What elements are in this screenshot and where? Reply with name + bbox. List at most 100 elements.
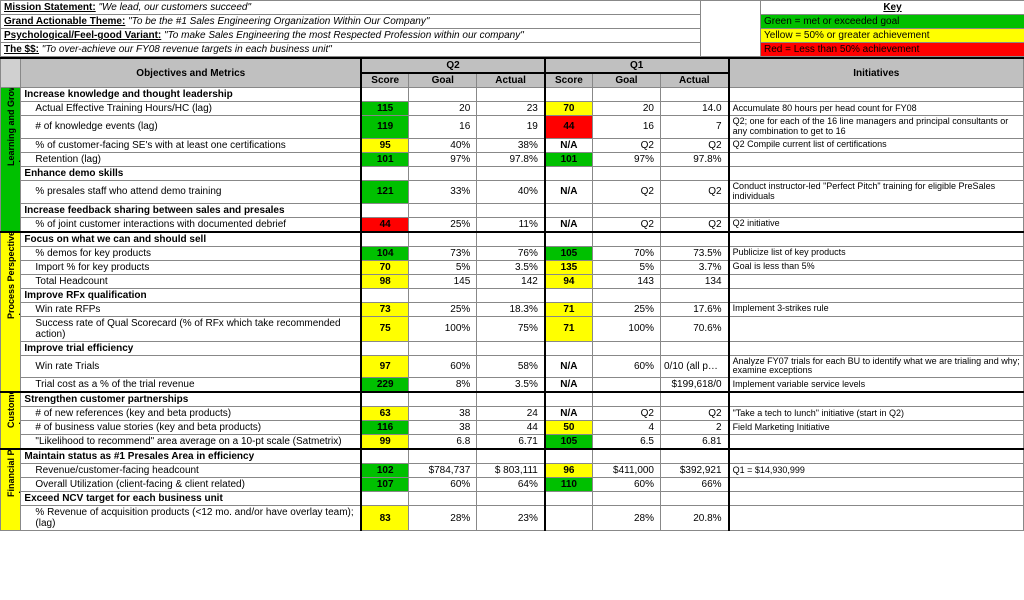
key-yellow: Yellow = 50% or greater achievement <box>761 29 1024 43</box>
cell-q2g: 20 <box>409 102 477 116</box>
col-q1-goal: Goal <box>592 73 660 88</box>
scorecard-table: Objectives and Metrics Q2 Q1 Initiatives… <box>0 57 1024 531</box>
cell-q1a: 7 <box>661 116 729 139</box>
cell-q1s: N/A <box>545 407 593 421</box>
cell-q2s: 229 <box>361 378 409 393</box>
cell-q1s: 70 <box>545 102 593 116</box>
cell-q2g: 5% <box>409 260 477 274</box>
cell-q1g: 25% <box>592 302 660 316</box>
mission-value: "We lead, our customers succeed" <box>98 2 251 13</box>
cell-q2g: 25% <box>409 217 477 232</box>
cell-q2s: 44 <box>361 217 409 232</box>
cell-q2g: 60% <box>409 478 477 492</box>
metric-label: Success rate of Qual Scorecard (% of RFx… <box>21 316 361 341</box>
cell-q2g: $784,737 <box>409 464 477 478</box>
cell-q1a: 97.8% <box>661 152 729 166</box>
initiative-cell <box>729 478 1024 492</box>
cell-q2a: 97.8% <box>477 152 545 166</box>
initiative-cell <box>729 152 1024 166</box>
perspective-label: Financial Perspective <box>1 449 21 531</box>
metric-label: # of knowledge events (lag) <box>21 116 361 139</box>
col-initiatives: Initiatives <box>729 58 1024 88</box>
cell-q1s: 105 <box>545 435 593 450</box>
cell-q1g: 60% <box>592 478 660 492</box>
cell-q2g: 33% <box>409 180 477 203</box>
metric-label: % of customer-facing SE's with at least … <box>21 138 361 152</box>
cell-q2s: 101 <box>361 152 409 166</box>
cell-q2a: 58% <box>477 355 545 378</box>
cell-q1s <box>545 506 593 531</box>
cell-q1a: 73.5% <box>661 246 729 260</box>
initiative-cell: Q1 = $14,930,999 <box>729 464 1024 478</box>
cell-q2g: 73% <box>409 246 477 260</box>
metric-label: Win rate RFPs <box>21 302 361 316</box>
initiative-cell <box>729 506 1024 531</box>
initiative-cell <box>729 435 1024 450</box>
objective-heading: Exceed NCV target for each business unit <box>21 492 361 506</box>
col-q1-score: Score <box>545 73 593 88</box>
cell-q2a: 3.5% <box>477 378 545 393</box>
key-red: Red = Less than 50% achievement <box>761 43 1024 57</box>
cell-q2a: 38% <box>477 138 545 152</box>
cell-q1g: 70% <box>592 246 660 260</box>
cell-q1s: 94 <box>545 274 593 288</box>
cell-q1s: N/A <box>545 138 593 152</box>
objective-heading: Maintain status as #1 Presales Area in e… <box>21 449 361 464</box>
col-q2-actual: Actual <box>477 73 545 88</box>
metric-label: Trial cost as a % of the trial revenue <box>21 378 361 393</box>
metric-label: Win rate Trials <box>21 355 361 378</box>
perspective-label: Customer Perspective <box>1 392 21 449</box>
objective-heading: Improve trial efficiency <box>21 341 361 355</box>
cell-q1a: 70.6% <box>661 316 729 341</box>
cell-q1g: $411,000 <box>592 464 660 478</box>
initiative-cell: Q2 initiative <box>729 217 1024 232</box>
initiative-cell: Field Marketing Initiative <box>729 421 1024 435</box>
dd-value: "To over-achieve our FY08 revenue target… <box>42 44 332 55</box>
cell-q1s: 71 <box>545 316 593 341</box>
cell-q1g: 6.5 <box>592 435 660 450</box>
metric-label: % presales staff who attend demo trainin… <box>21 180 361 203</box>
cell-q1a: $199,618/0 <box>661 378 729 393</box>
cell-q2s: 116 <box>361 421 409 435</box>
cell-q1s: 110 <box>545 478 593 492</box>
metric-label: % Revenue of acquisition products (<12 m… <box>21 506 361 531</box>
metric-label: "Likelihood to recommend" area average o… <box>21 435 361 450</box>
cell-q1a: 0/10 (all pending) <box>661 355 729 378</box>
initiative-cell: Conduct instructor-led "Perfect Pitch" t… <box>729 180 1024 203</box>
metric-label: % demos for key products <box>21 246 361 260</box>
header-table: Mission Statement: "We lead, our custome… <box>0 0 1024 57</box>
cell-q2g: 38 <box>409 407 477 421</box>
cell-q2a: $ 803,111 <box>477 464 545 478</box>
cell-q2s: 99 <box>361 435 409 450</box>
objective-heading: Enhance demo skills <box>21 166 361 180</box>
key-title: Key <box>761 1 1024 15</box>
cell-q1g: 20 <box>592 102 660 116</box>
initiative-cell: Implement 3-strikes rule <box>729 302 1024 316</box>
cell-q1g: 16 <box>592 116 660 139</box>
objective-heading: Focus on what we can and should sell <box>21 232 361 247</box>
cell-q1g: 5% <box>592 260 660 274</box>
metric-label: Actual Effective Training Hours/HC (lag) <box>21 102 361 116</box>
cell-q1a: 2 <box>661 421 729 435</box>
cell-q1g: 100% <box>592 316 660 341</box>
cell-q2s: 104 <box>361 246 409 260</box>
key-green: Green = met or exceeded goal <box>761 15 1024 29</box>
mission-label: Mission Statement: <box>4 2 96 13</box>
initiative-cell <box>729 316 1024 341</box>
initiative-cell <box>729 274 1024 288</box>
initiative-cell: Q2; one for each of the 16 line managers… <box>729 116 1024 139</box>
cell-q1s: 44 <box>545 116 593 139</box>
cell-q1a: 20.8% <box>661 506 729 531</box>
cell-q1g: Q2 <box>592 180 660 203</box>
metric-label: Overall Utilization (client-facing & cli… <box>21 478 361 492</box>
initiative-cell: Q2 Compile current list of certification… <box>729 138 1024 152</box>
cell-q2s: 121 <box>361 180 409 203</box>
cell-q2g: 97% <box>409 152 477 166</box>
col-q2: Q2 <box>361 58 545 73</box>
cell-q2a: 24 <box>477 407 545 421</box>
cell-q2g: 100% <box>409 316 477 341</box>
cell-q1a: Q2 <box>661 217 729 232</box>
cell-q1a: 14.0 <box>661 102 729 116</box>
metric-label: Revenue/customer-facing headcount <box>21 464 361 478</box>
cell-q1g: 143 <box>592 274 660 288</box>
